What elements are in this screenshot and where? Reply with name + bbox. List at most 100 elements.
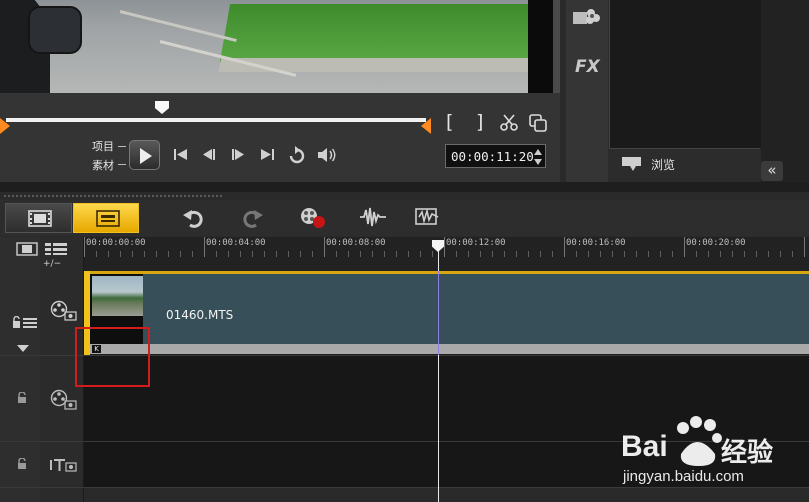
ruler-minor-tick — [300, 251, 301, 257]
audio-wave-icon[interactable] — [359, 206, 387, 228]
title-track-icon[interactable] — [49, 457, 77, 473]
timeline-view-button[interactable] — [73, 203, 139, 233]
next-frame-icon[interactable] — [229, 146, 247, 164]
ruler-minor-tick — [756, 251, 757, 257]
ruler-tick-label: 00:00:16:00 — [566, 238, 626, 248]
watermark-brand-prefix: Bai — [621, 430, 668, 463]
ruler-minor-tick — [108, 251, 109, 257]
ruler-minor-tick — [768, 251, 769, 257]
ruler-major-tick — [84, 237, 85, 257]
ruler-minor-tick — [144, 251, 145, 257]
play-icon — [140, 148, 152, 164]
ruler-minor-tick — [396, 251, 397, 257]
repeat-icon[interactable] — [287, 146, 307, 164]
track-list-icon[interactable] — [44, 242, 68, 256]
mode-clip-label[interactable]: 素材 — [92, 157, 114, 173]
volume-icon[interactable] — [316, 146, 338, 164]
mode-dash — [118, 164, 126, 165]
ruler-minor-tick — [120, 251, 121, 257]
ruler-tick-label: 00:00:04:00 — [206, 238, 266, 248]
mark-out-button[interactable]: ] — [476, 112, 483, 132]
clip-name: 01460.MTS — [166, 308, 234, 322]
ruler-minor-tick — [456, 251, 457, 257]
ruler-minor-tick — [480, 251, 481, 257]
trim-out-handle[interactable] — [421, 118, 431, 134]
ruler-major-tick — [684, 237, 685, 257]
library-content — [609, 0, 761, 148]
ruler-minor-tick — [384, 251, 385, 257]
scissors-icon[interactable] — [500, 114, 518, 132]
storyboard-view-button[interactable] — [5, 203, 72, 233]
ruler-tick-label: 00:00:12:00 — [446, 238, 506, 248]
ruler-major-tick — [444, 237, 445, 257]
enlarge-preview-icon[interactable] — [528, 113, 548, 133]
ruler-minor-tick — [612, 251, 613, 257]
ruler-minor-tick — [504, 251, 505, 257]
video-track-icon[interactable] — [50, 300, 78, 322]
fx-filter-button[interactable]: FX — [575, 57, 600, 77]
ruler-minor-tick — [372, 251, 373, 257]
timecode-down-icon[interactable] — [534, 159, 542, 165]
annotation-highlight-box — [75, 327, 150, 387]
ruler-minor-tick — [528, 251, 529, 257]
resize-grip[interactable] — [4, 195, 224, 197]
undo-icon[interactable] — [182, 207, 204, 229]
ruler-minor-tick — [492, 251, 493, 257]
ruler-major-tick — [324, 237, 325, 257]
auto-music-icon[interactable] — [415, 206, 441, 228]
ruler-minor-tick — [264, 251, 265, 257]
overlay-track-lock-icon[interactable] — [17, 392, 29, 404]
ruler-minor-tick — [168, 251, 169, 257]
timecode-up-icon[interactable] — [534, 149, 542, 155]
mode-project-label[interactable]: 项目 — [92, 138, 114, 154]
redo-icon[interactable] — [242, 207, 264, 229]
timecode-value: 00:00:11:20 — [451, 149, 534, 164]
previous-frame-icon[interactable] — [200, 146, 218, 164]
clip-playhead-line — [438, 271, 439, 355]
ruler-minor-tick — [468, 251, 469, 257]
go-end-icon[interactable] — [258, 146, 276, 164]
ruler-minor-tick — [588, 251, 589, 257]
ruler-minor-tick — [360, 251, 361, 257]
timecode-field[interactable]: 00:00:11:20 — [445, 144, 546, 168]
zoom-control[interactable]: +/− — [43, 259, 61, 269]
preview-video — [0, 0, 553, 93]
mark-in-button[interactable]: [ — [446, 112, 453, 132]
browse-button[interactable]: 浏览 — [609, 148, 760, 179]
ruler-major-tick — [804, 237, 805, 257]
clip-audio-strip — [90, 344, 809, 354]
ruler-minor-tick — [192, 251, 193, 257]
collapse-library-button[interactable]: « — [761, 161, 783, 181]
ruler-minor-tick — [216, 251, 217, 257]
ruler-minor-tick — [600, 251, 601, 257]
ruler-minor-tick — [744, 251, 745, 257]
video-track-lock-icon[interactable] — [12, 316, 38, 329]
ruler-minor-tick — [660, 251, 661, 257]
ruler-minor-tick — [228, 251, 229, 257]
go-start-icon[interactable] — [172, 146, 190, 164]
ruler-minor-tick — [696, 251, 697, 257]
ruler-minor-tick — [792, 251, 793, 257]
browse-folder-icon — [622, 157, 641, 171]
trim-in-handle[interactable] — [0, 118, 10, 134]
ruler-tick-label: 00:00:00:00 — [86, 238, 146, 248]
ruler-minor-tick — [780, 251, 781, 257]
ruler-minor-tick — [516, 251, 517, 257]
ruler-minor-tick — [156, 251, 157, 257]
overlay-track-icon[interactable] — [50, 389, 78, 411]
film-icon — [28, 210, 52, 227]
scrubber-track[interactable] — [6, 118, 426, 122]
track-manager-icon[interactable] — [16, 242, 38, 256]
title-track-lock-icon[interactable] — [17, 458, 29, 470]
browse-label: 浏览 — [651, 158, 676, 172]
ruler-minor-tick — [312, 251, 313, 257]
record-capture-icon[interactable] — [299, 206, 327, 230]
transition-icon[interactable] — [572, 6, 602, 28]
expand-track-icon[interactable] — [17, 345, 29, 353]
timeline-icon — [96, 210, 120, 227]
preview-frame-edge — [553, 0, 560, 93]
ruler-minor-tick — [636, 251, 637, 257]
ruler-major-tick — [564, 237, 565, 257]
panel-divider[interactable] — [0, 182, 809, 192]
play-button[interactable] — [129, 140, 160, 170]
